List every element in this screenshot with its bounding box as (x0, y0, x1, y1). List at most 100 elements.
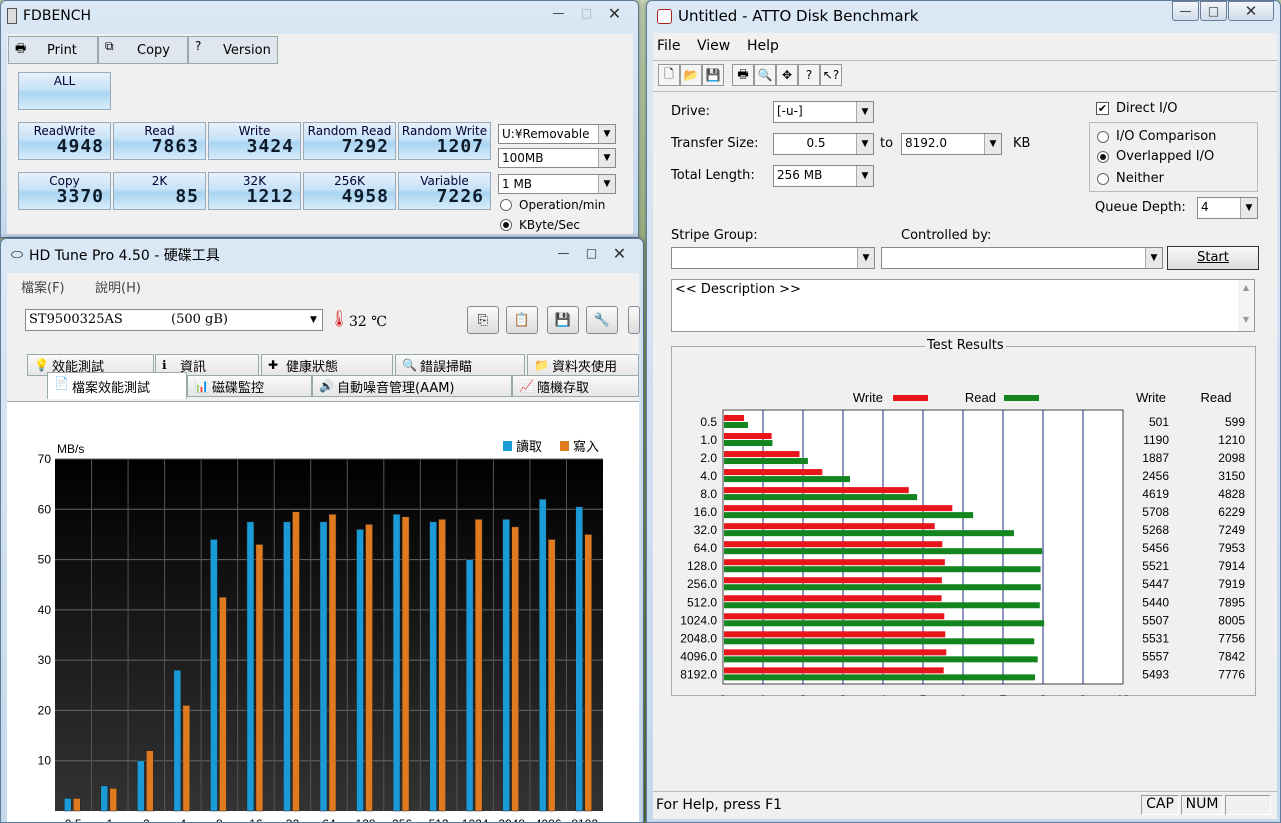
radio-overlapped-io[interactable]: Overlapped I/O (1097, 149, 1214, 164)
start-button[interactable]: Start (1167, 246, 1259, 270)
size-select[interactable]: 100MB ▼ (498, 148, 616, 168)
bar-write (724, 505, 953, 512)
tab-5[interactable]: 📁 資料夾使用 (527, 354, 639, 376)
tab-row2-4[interactable]: 📈 隨機存取 (512, 375, 639, 397)
write-value: 2456 (1142, 469, 1169, 483)
all-button[interactable]: ALL (18, 72, 111, 110)
fd-panel-read[interactable]: Read 7863 (113, 122, 206, 160)
legend-label: 寫入 (573, 439, 599, 455)
bar-write (724, 631, 946, 638)
new-button[interactable]: 🗋 (658, 64, 680, 86)
hdtune-client: 檔案(F) 說明(H) ST9500325AS (500 gB) ▼ 🌡 32 … (7, 273, 640, 823)
context-help-button[interactable]: ↖? (820, 64, 842, 86)
save-button[interactable]: 💾 (702, 64, 724, 86)
context-help-icon: ↖? (822, 68, 840, 82)
copy-button[interactable]: ⧉ Copy (98, 36, 188, 64)
move-button[interactable]: ✥ (776, 64, 798, 86)
stripe-group-label: Stripe Group: (671, 228, 758, 243)
block-select[interactable]: 1 MB ▼ (498, 174, 616, 194)
copy-icon: ⎘ (477, 312, 489, 328)
tab-row2-2[interactable]: 📊 磁碟監控 (187, 375, 312, 397)
tab-row2-3[interactable]: 🔊 自動噪音管理(AAM) (312, 375, 512, 397)
tab-label: 自動噪音管理(AAM) (337, 380, 455, 396)
about-button[interactable]: ? (798, 64, 820, 86)
print-preview-button[interactable]: 🔍 (754, 64, 776, 86)
open-button[interactable]: 📂 (680, 64, 702, 86)
maximize-icon[interactable]: □ (578, 243, 605, 263)
queue-depth-select[interactable]: 4 ▼ (1197, 197, 1258, 219)
controlled-by-select[interactable]: ▼ (881, 247, 1163, 269)
panel-value: 3370 (56, 186, 104, 207)
menu-help[interactable]: 說明(H) (95, 277, 141, 296)
transfer-from-select[interactable]: 0.5 ▼ (773, 133, 874, 155)
read-value: 7914 (1218, 559, 1245, 573)
close-icon[interactable]: ✕ (606, 243, 633, 263)
radio-kbyte-sec[interactable]: KByte/Sec (500, 218, 580, 232)
tab-label: 磁碟監控 (212, 380, 265, 396)
fdbench-app-icon (7, 8, 17, 24)
radio-neither[interactable]: Neither (1097, 171, 1164, 186)
print-label: Print (47, 42, 77, 58)
drive-select[interactable]: U:¥Removable ▼ (498, 124, 616, 144)
menu-file[interactable]: File (657, 38, 680, 54)
radio-io-comparison[interactable]: I/O Comparison (1097, 129, 1216, 144)
menu-view[interactable]: View (697, 38, 730, 54)
fd-panel-random-write[interactable]: Random Write 1207 (398, 122, 491, 160)
transfer-to-select[interactable]: 8192.0 ▼ (901, 133, 1002, 155)
fd-panel-copy[interactable]: Copy 3370 (18, 172, 111, 210)
menu-file[interactable]: 檔案(F) (21, 277, 65, 296)
copy-info-button[interactable]: ⎘ (467, 306, 499, 334)
y-tick-label: 2.0 (700, 451, 717, 465)
tab-row2-1[interactable]: 📄 檔案效能測試 (47, 372, 187, 399)
x-tick-label: 2048 (498, 817, 525, 823)
write-value: 5557 (1142, 649, 1169, 663)
description-scrollbar[interactable]: ▲ ▼ (1238, 280, 1254, 331)
minimize-icon[interactable]: — (550, 243, 577, 263)
radio-operation-min[interactable]: Operation/min (500, 198, 605, 212)
print-button[interactable]: 🖶 (732, 64, 754, 86)
bar-write (724, 595, 942, 602)
total-length-select[interactable]: 256 MB ▼ (773, 165, 874, 187)
panel-value: 4948 (56, 136, 104, 157)
temperature-value: 32 ℃ (349, 314, 387, 330)
fd-panel-random-read[interactable]: Random Read 7292 (303, 122, 396, 160)
menu-help[interactable]: Help (747, 38, 779, 54)
x-tick-label: 1 (760, 693, 767, 696)
fd-panel-256k[interactable]: 256K 4958 (303, 172, 396, 210)
fd-panel-2k[interactable]: 2K 85 (113, 172, 206, 210)
fd-panel-32k[interactable]: 32K 1212 (208, 172, 301, 210)
write-value: 1190 (1143, 433, 1169, 447)
legend-label: 讀取 (516, 440, 542, 455)
save-button[interactable]: 💾 (547, 306, 579, 334)
bar-read (724, 476, 850, 483)
fd-panel-write[interactable]: Write 3424 (208, 122, 301, 160)
description-field[interactable]: << Description >> ▲ ▼ (671, 279, 1255, 332)
version-button[interactable]: ? Version (188, 36, 278, 64)
drive-selector[interactable]: ST9500325AS (500 gB) ▼ (25, 309, 323, 331)
tab-3[interactable]: ✚ 健康狀態 (261, 354, 393, 376)
write-value: 5708 (1142, 505, 1169, 519)
options-button[interactable]: 🔧 (586, 306, 618, 334)
atto-titlebar[interactable]: Untitled - ATTO Disk Benchmark — □ ✕ (647, 1, 1280, 31)
tab-4[interactable]: 🔍 錯誤掃瞄 (395, 354, 525, 376)
maximize-icon[interactable]: □ (1200, 1, 1227, 21)
maximize-icon[interactable]: □ (573, 3, 600, 23)
exit-button[interactable] (628, 306, 640, 334)
print-button[interactable]: 🖶 Print (8, 36, 98, 64)
y-tick-label: 30 (38, 653, 52, 667)
fdbench-titlebar[interactable]: FDBENCH — □ ✕ (1, 1, 638, 31)
close-icon[interactable]: ✕ (1228, 1, 1274, 21)
close-icon[interactable]: ✕ (601, 3, 628, 23)
direct-io-checkbox[interactable]: ✔ (1096, 102, 1109, 115)
stripe-group-select[interactable]: ▼ (671, 247, 875, 269)
drive-select[interactable]: [-u-] ▼ (773, 101, 874, 123)
fd-panel-readwrite[interactable]: ReadWrite 4948 (18, 122, 111, 160)
y-tick-label: 256.0 (687, 577, 717, 591)
paste-button[interactable]: 📋 (506, 306, 538, 334)
y-axis-unit: MB/s (57, 442, 84, 456)
minimize-icon[interactable]: — (545, 3, 572, 23)
hdtune-titlebar[interactable]: ⬭ HD Tune Pro 4.50 - 硬碟工具 — □ ✕ (1, 239, 643, 271)
minimize-icon[interactable]: — (1172, 1, 1199, 21)
io-comparison-label: I/O Comparison (1116, 129, 1217, 144)
fd-panel-variable[interactable]: Variable 7226 (398, 172, 491, 210)
